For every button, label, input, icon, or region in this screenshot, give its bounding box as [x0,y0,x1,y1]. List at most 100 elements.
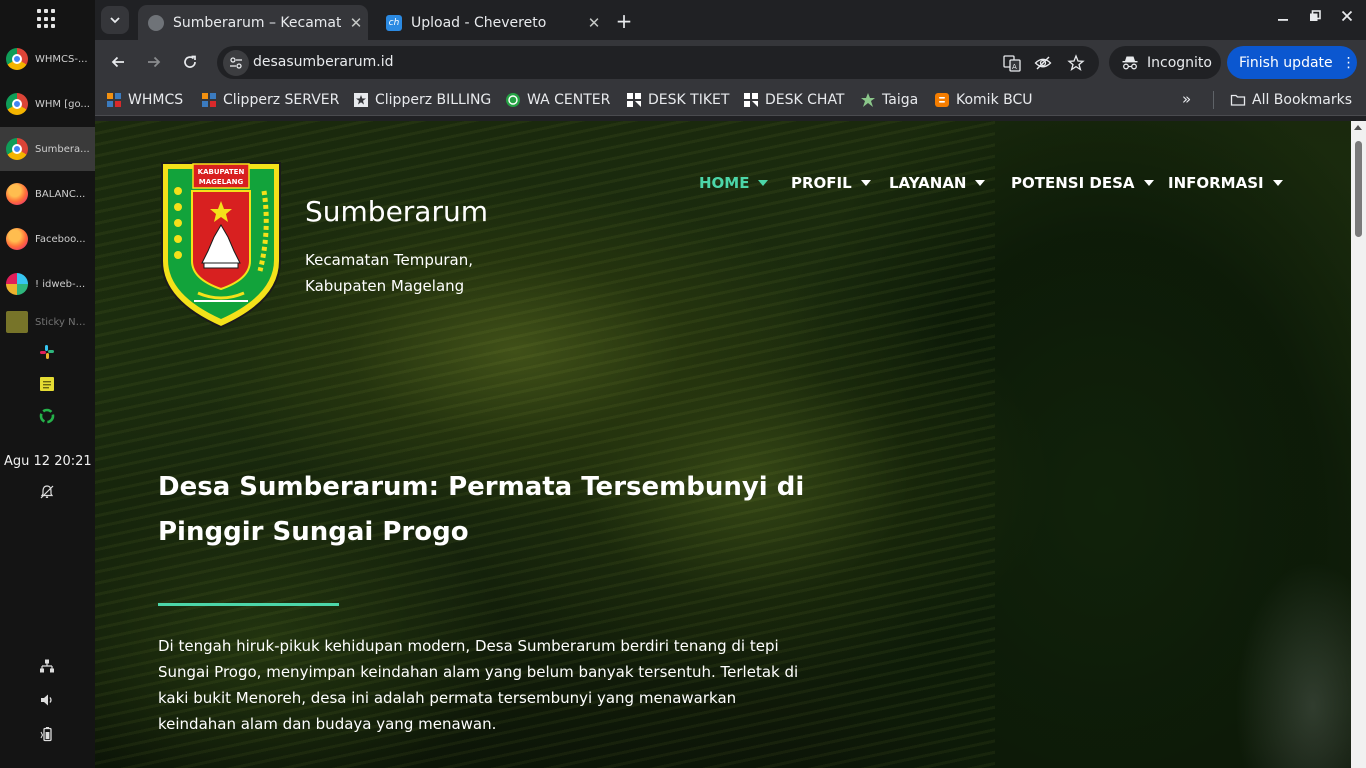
incognito-icon [1122,56,1138,69]
maximize-icon[interactable] [1305,10,1325,26]
clock[interactable]: Agu 12 20:21 [4,454,92,469]
bookmark-clipperz-server[interactable]: Clipperz SERVER [201,91,339,109]
arrow-left-icon [111,56,124,68]
dock-window-label: ! idweb-... [35,278,86,290]
dock-window-label: WHMCS-... [35,53,88,65]
notifications-off-icon[interactable] [39,484,55,500]
recycle-icon[interactable] [39,408,55,424]
bookmark-wa-center[interactable]: WA CENTER [505,91,610,109]
finish-update-label: Finish update [1239,54,1333,71]
translate-icon[interactable]: A [1003,54,1021,72]
scroll-up-icon[interactable] [1354,125,1362,130]
site-subtitle-line-1: Kecamatan Tempuran, [305,251,474,269]
caret-down-icon [1272,180,1283,186]
desktop-screen: WHMCS-... WHM [go... Sumbera... BALANC..… [0,0,1366,768]
dock-window-item[interactable]: WHM [go... [0,82,95,126]
bookmark-taiga[interactable]: Taiga [860,91,918,109]
nav-informasi[interactable]: INFORMASI [1168,174,1283,192]
sticky-notes-tray-icon[interactable] [39,376,55,392]
bookmark-label: WHMCS [128,92,184,108]
finish-update-button[interactable]: Finish update ⋮ [1227,46,1357,79]
svg-text:A: A [1012,63,1017,71]
kabupaten-magelang-logo[interactable]: KABUPATEN MAGELANG [158,161,284,329]
bookmark-label: Clipperz SERVER [223,92,340,108]
nav-home[interactable]: HOME [699,174,769,192]
bookmarks-bar: WHMCS Clipperz SERVER Clipperz BILLING W… [95,84,1366,116]
reload-icon [184,55,196,68]
nav-label: INFORMASI [1168,174,1264,192]
folder-icon [1230,94,1246,106]
nav-label: PROFIL [791,174,852,192]
incognito-label: Incognito [1147,54,1212,71]
tab-chevereto[interactable]: ch Upload - Chevereto ✕ [376,5,606,40]
bookmark-label: Clipperz BILLING [375,92,492,108]
desk-icon [744,93,758,107]
nav-potensi-desa[interactable]: POTENSI DESA [1011,174,1154,192]
forward-button[interactable] [142,50,166,74]
reload-button[interactable] [178,50,202,74]
desk-icon [627,93,641,107]
url-text: desasumberarum.id [253,54,394,70]
address-bar[interactable]: desasumberarum.id A [217,46,1099,79]
tab-title: Upload - Chevereto [411,14,547,31]
dock-window-item[interactable]: ! idweb-... [0,262,95,306]
whmcs-icon [202,93,216,107]
dock-window-item[interactable]: Faceboo... [0,217,95,261]
chrome-icon [6,93,28,115]
river-highlight [1235,561,1365,768]
tab-sumberarum[interactable]: Sumberarum – Kecamatan Tempuran ✕ [138,5,368,40]
star-icon[interactable] [1067,54,1085,72]
site-info-button[interactable] [223,50,249,76]
battery-icon[interactable] [39,726,55,742]
nav-label: HOME [699,174,750,192]
hero-title: Desa Sumberarum: Permata Tersembunyi di … [158,472,805,547]
dock-window-label: Sticky No... [35,316,90,328]
clipperz-icon [354,93,368,107]
incognito-indicator[interactable]: Incognito [1109,46,1221,79]
back-button[interactable] [106,50,130,74]
bookmark-clipperz-billing[interactable]: Clipperz BILLING [353,91,491,109]
bookmark-desk-chat[interactable]: DESK CHAT [743,91,845,109]
hero-paragraph: Di tengah hiruk-pikuk kehidupan modern, … [158,637,799,733]
chrome-icon [6,138,28,160]
bookmark-label: All Bookmarks [1252,92,1353,108]
more-vert-icon: ⋮ [1341,54,1356,71]
caret-down-icon [860,180,871,186]
caret-down-icon [1143,180,1154,186]
bookmark-label: WA CENTER [527,92,611,108]
nav-layanan[interactable]: LAYANAN [889,174,986,192]
dock-window-item-active[interactable]: Sumbera... [0,127,95,171]
dock-window-item[interactable]: WHMCS-... [0,37,95,81]
bookmark-whmcs[interactable]: WHMCS [106,91,183,109]
nav-label: LAYANAN [889,174,967,192]
dock-window-item[interactable]: Sticky No... [0,307,95,337]
bookmark-komik-bcu[interactable]: Komik BCU [934,91,1033,109]
tab-close-icon[interactable]: ✕ [585,14,603,32]
all-bookmarks-button[interactable]: All Bookmarks [1230,91,1352,109]
scrollbar-thumb[interactable] [1355,141,1362,237]
firefox-icon [6,228,28,250]
firefox-icon [6,183,28,205]
site-title[interactable]: Sumberarum [305,195,488,228]
chevron-down-icon [110,17,120,24]
page-scrollbar[interactable] [1351,121,1366,768]
tab-close-icon[interactable]: ✕ [347,14,365,32]
minimize-icon[interactable] [1273,10,1293,26]
whmcs-icon [107,93,121,107]
eye-off-icon[interactable] [1034,54,1052,72]
close-window-icon[interactable] [1337,10,1357,26]
nav-profil[interactable]: PROFIL [791,174,871,192]
volume-icon[interactable] [39,692,55,708]
dock-window-item[interactable]: BALANC... [0,172,95,216]
new-tab-button[interactable]: + [613,9,635,33]
nav-label: POTENSI DESA [1011,174,1135,192]
site-subtitle-line-2: Kabupaten Magelang [305,277,465,295]
dock-window-label: Faceboo... [35,233,86,245]
bookmark-label: Taiga [882,92,919,108]
apps-grid-icon[interactable] [37,9,57,29]
slack-tray-icon[interactable] [39,344,55,360]
network-icon[interactable] [39,658,55,674]
bookmark-desk-tiket[interactable]: DESK TIKET [626,91,729,109]
bookmarks-overflow-button[interactable]: » [1182,90,1191,108]
tab-search-button[interactable] [101,6,129,34]
